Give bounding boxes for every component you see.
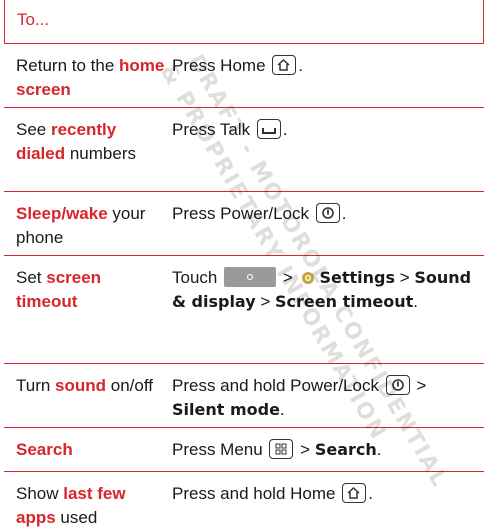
action-cell: Set screen timeout: [16, 266, 166, 314]
cell-text: Touch: [172, 268, 223, 287]
cell-text: >: [278, 268, 298, 287]
cell-text: on/off: [106, 376, 153, 395]
cell-text: .: [298, 56, 303, 75]
action-cell: Sleep/wake your phone: [16, 202, 166, 250]
instruction-cell: Press Menu > Search.: [172, 438, 482, 462]
cell-text: .: [341, 204, 347, 223]
action-cell: Turn sound on/off: [16, 374, 166, 398]
shortcut-table: To... Return to the home screen Press Hom…: [4, 0, 488, 527]
action-cell: Search: [16, 438, 166, 462]
table-row: Return to the home screen Press Home .: [4, 44, 484, 108]
menu-path-term: Search: [314, 440, 377, 459]
home-key-icon: [342, 482, 367, 503]
cell-text: Set: [16, 268, 47, 287]
instruction-cell: Press and hold Home .: [172, 482, 482, 506]
cell-text: .: [376, 440, 382, 459]
launcher-icon: [224, 266, 277, 287]
cell-text: .: [413, 292, 419, 311]
cell-text: See: [16, 120, 51, 139]
action-cell: See recently dialed numbers: [16, 118, 166, 166]
cell-text: used: [55, 508, 98, 527]
instruction-cell: Press and hold Power/Lock > Silent mode.: [172, 374, 482, 422]
power-key-icon: [315, 202, 340, 223]
home-key-icon: [272, 54, 297, 75]
power-key-icon: [385, 374, 410, 395]
instruction-cell: Press Power/Lock .: [172, 202, 482, 226]
talk-key-icon: [256, 118, 281, 139]
highlight-term: Sleep/wake: [16, 204, 108, 223]
cell-text: Return to the: [16, 56, 120, 75]
cell-text: Press Power/Lock: [172, 204, 314, 223]
table-row: Turn sound on/off Press and hold Power/Lo…: [4, 364, 484, 428]
cell-text: Press and hold Power/Lock: [172, 376, 384, 395]
settings-gear-icon: [300, 269, 316, 285]
highlight-term: sound: [55, 376, 107, 395]
cell-text: >: [255, 292, 276, 311]
menu-path-term: Screen timeout: [275, 292, 414, 311]
action-cell: Return to the home screen: [16, 54, 166, 102]
highlight-term: Search: [16, 440, 73, 459]
instruction-cell: Press Home .: [172, 54, 482, 78]
table-row: Show last few apps used Press and hold Ho…: [4, 472, 484, 527]
table-row: Sleep/wake your phone Press Power/Lock .: [4, 192, 484, 256]
menu-path-term: Silent mode: [172, 400, 280, 419]
cell-text: >: [395, 268, 415, 287]
table-row: Search Press Menu > Search.: [4, 428, 484, 472]
cell-text: Press Home: [172, 56, 271, 75]
cell-text: .: [282, 120, 288, 139]
header-label: To...: [17, 10, 50, 29]
cell-text: Press Menu: [172, 440, 268, 459]
cell-text: Press Talk: [172, 120, 255, 139]
table-row: Set screen timeout Touch > Settings > Sou…: [4, 256, 484, 364]
cell-text: numbers: [65, 144, 136, 163]
menu-path-term: Settings: [319, 268, 395, 287]
cell-text: Show: [16, 484, 64, 503]
table-row: See recently dialed numbers Press Talk .: [4, 108, 484, 192]
cell-text: .: [279, 400, 285, 419]
menu-key-icon: [269, 438, 294, 459]
action-cell: Show last few apps used: [16, 482, 166, 530]
cell-text: .: [368, 484, 373, 503]
cell-text: Turn: [16, 376, 56, 395]
table-header: To...: [4, 0, 484, 44]
cell-text: >: [411, 376, 427, 395]
cell-text: >: [295, 440, 315, 459]
instruction-cell: Touch > Settings > Sound & display > Scr…: [172, 266, 482, 314]
instruction-cell: Press Talk .: [172, 118, 482, 142]
cell-text: Press and hold Home: [172, 484, 341, 503]
